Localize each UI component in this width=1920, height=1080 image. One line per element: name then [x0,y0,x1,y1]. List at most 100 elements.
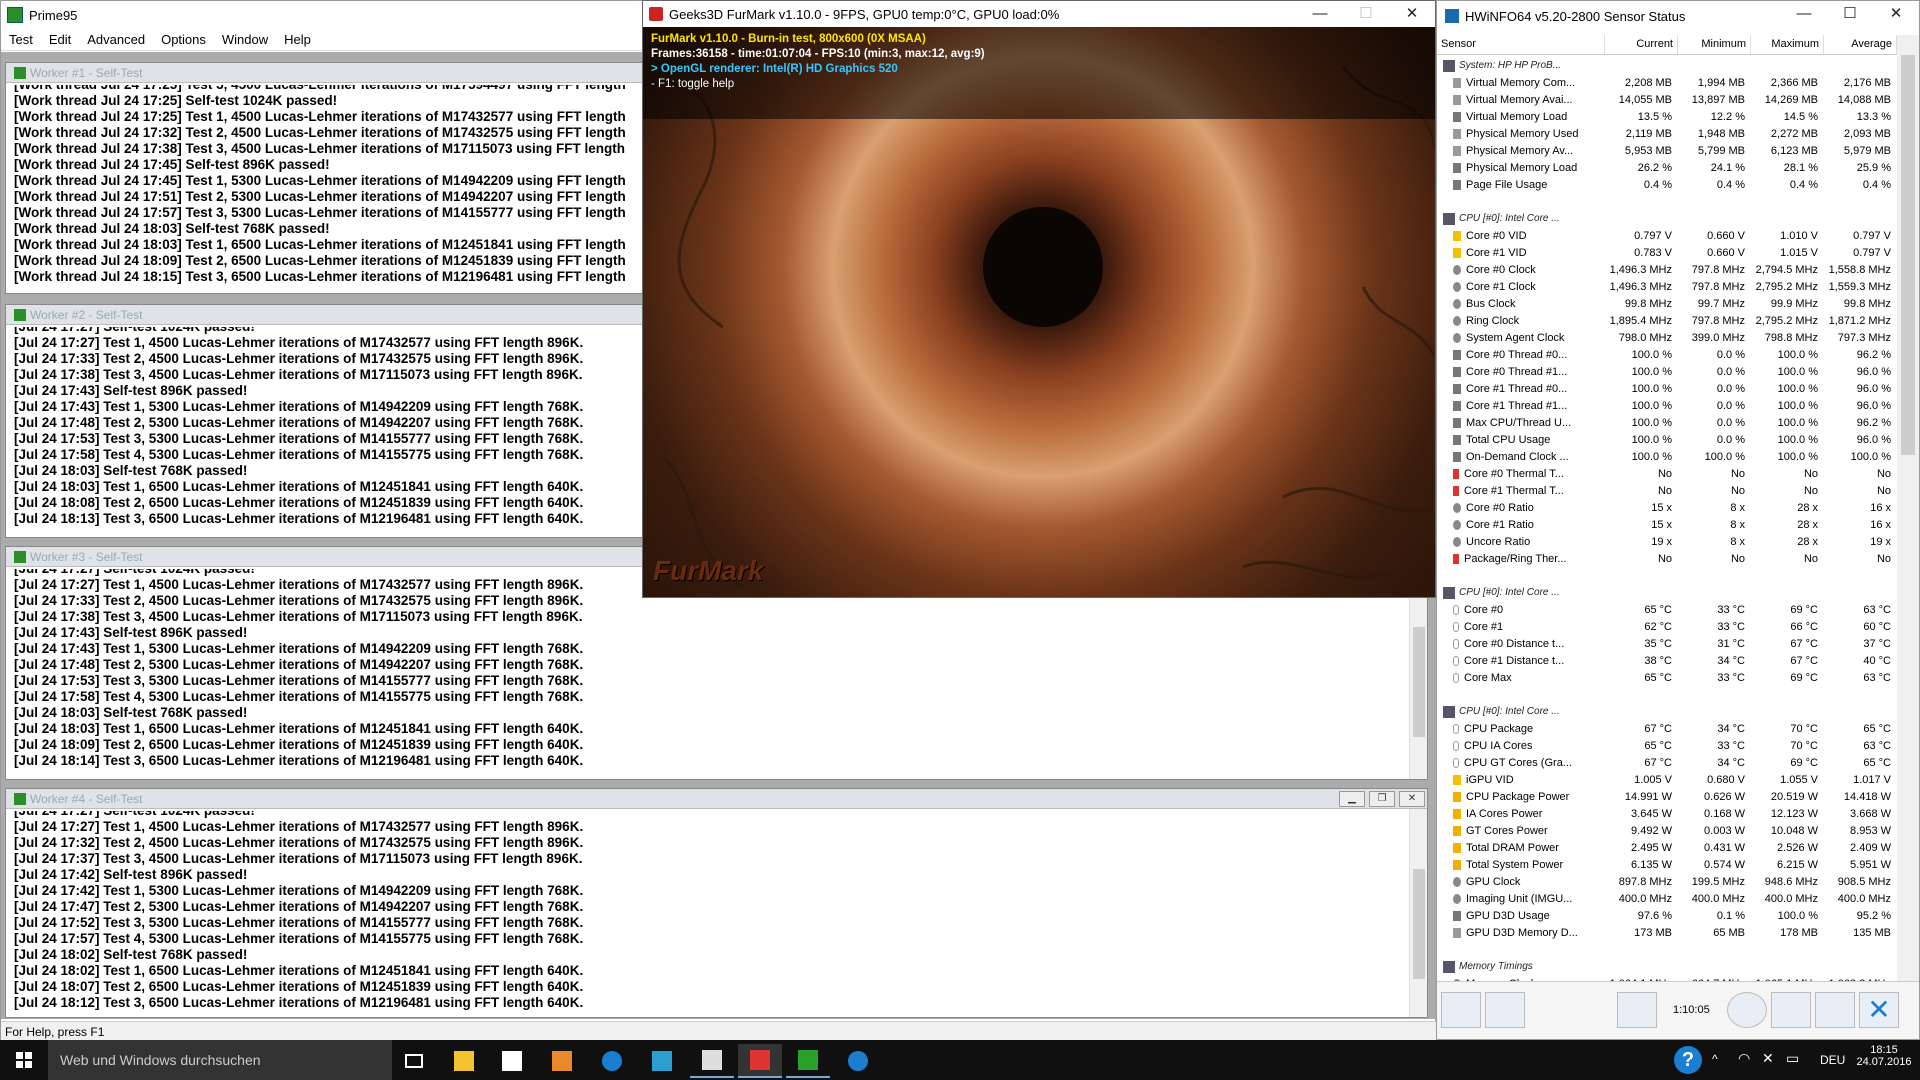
scroll-thumb[interactable] [1413,627,1425,737]
sensor-row[interactable]: CPU IA Cores 65 °C 33 °C 70 °C 63 °C [1437,737,1897,754]
worker-3-scrollbar[interactable] [1409,567,1427,779]
media-player-icon[interactable] [540,1044,584,1078]
sensor-row[interactable]: Core #0 Thermal T... No No No No [1437,465,1897,482]
sensor-group[interactable]: CPU [#0]: Intel Core ... [1437,210,1897,227]
log-add-icon[interactable] [1771,992,1811,1028]
sensor-row[interactable]: Virtual Memory Load 13.5 % 12.2 % 14.5 % 13.… [1437,108,1897,125]
clock-icon[interactable] [1727,992,1767,1028]
sensor-row[interactable]: Page File Usage 0.4 % 0.4 % 0.4 % 0.4 % [1437,176,1897,193]
sensor-row[interactable]: Virtual Memory Com... 2,208 MB 1,994 MB 2,3… [1437,74,1897,91]
sensor-row[interactable]: Total System Power 6.135 W 0.574 W 6.215 W 5… [1437,856,1897,873]
minimize-icon[interactable]: — [1781,1,1827,27]
col-sensor[interactable]: Sensor [1437,35,1605,54]
sensor-row[interactable]: Virtual Memory Avai... 14,055 MB 13,897 MB… [1437,91,1897,108]
app-icon[interactable] [640,1044,684,1078]
furmark-titlebar[interactable]: Geeks3D FurMark v1.10.0 - 9FPS, GPU0 tem… [643,1,1435,27]
worker-4-titlebar[interactable]: Worker #4 - Self-Test ▁ ❐ ✕ [6,789,1427,809]
scroll-thumb[interactable] [1413,869,1425,979]
maximize-icon[interactable]: ☐ [1827,1,1873,27]
sensor-row[interactable]: CPU GT Cores (Gra... 67 °C 34 °C 69 °C 65 °C [1437,754,1897,771]
furmark-task-icon[interactable] [738,1044,782,1078]
clock[interactable]: 18:15 24.07.2016 [1848,1044,1920,1068]
sensor-row[interactable]: Core #0 Clock 1,496.3 MHz 797.8 MHz 2,794.5… [1437,261,1897,278]
sensor-row[interactable]: GPU D3D Usage 97.6 % 0.1 % 100.0 % 95.2 % [1437,907,1897,924]
menu-window[interactable]: Window [214,29,276,50]
hwinfo-window[interactable]: HWiNFO64 v5.20-2800 Sensor Status — ☐ ✕ … [1436,0,1920,1040]
sensor-row[interactable]: Core #0 VID 0.797 V 0.660 V 1.010 V 0.797 V [1437,227,1897,244]
sensor-group[interactable]: CPU [#0]: Intel Core ... [1437,584,1897,601]
sensor-row[interactable]: Physical Memory Used 2,119 MB 1,948 MB 2,27… [1437,125,1897,142]
sensor-group[interactable]: System: HP HP ProB... [1437,57,1897,74]
search-box[interactable]: Web und Windows durchsuchen [48,1040,392,1080]
sensor-row[interactable]: Core #1 Thermal T... No No No No [1437,482,1897,499]
wifi-app-icon[interactable] [836,1044,880,1078]
sensor-row[interactable]: On-Demand Clock ... 100.0 % 100.0 % 100.0 %… [1437,448,1897,465]
scroll-thumb[interactable] [1901,55,1915,455]
sensor-row[interactable]: Core #1 62 °C 33 °C 66 °C 60 °C [1437,618,1897,635]
close-x-icon[interactable]: ✕ [1859,992,1899,1028]
restore-icon[interactable]: ❐ [1369,791,1395,807]
minimize-icon[interactable]: — [1297,1,1343,27]
sensor-row[interactable]: Core Max 65 °C 33 °C 69 °C 63 °C [1437,669,1897,686]
expand-arrows-icon[interactable] [1441,992,1481,1028]
sensor-row[interactable]: GPU D3D Memory D... 173 MB 65 MB 178 MB 135 … [1437,924,1897,941]
sensor-row[interactable]: Core #1 VID 0.783 V 0.660 V 1.015 V 0.797 V [1437,244,1897,261]
sensor-row[interactable]: Core #1 Thread #1... 100.0 % 0.0 % 100.0 % 9… [1437,397,1897,414]
sensor-row[interactable]: IA Cores Power 3.645 W 0.168 W 12.123 W 3.66… [1437,805,1897,822]
sensor-row[interactable]: Total CPU Usage 100.0 % 0.0 % 100.0 % 96.0 % [1437,431,1897,448]
sensor-row[interactable]: Core #0 Distance t... 35 °C 31 °C 67 °C 37 °… [1437,635,1897,652]
sensor-row[interactable]: Core #0 65 °C 33 °C 69 °C 63 °C [1437,601,1897,618]
help-icon[interactable]: ? [1674,1046,1702,1074]
windows-start-icon[interactable] [0,1040,48,1080]
sensor-group[interactable]: CPU [#0]: Intel Core ... [1437,703,1897,720]
settings-gear-icon[interactable] [1815,992,1855,1028]
minimize-icon[interactable]: ▁ [1339,791,1365,807]
sensor-row[interactable]: CPU Package 67 °C 34 °C 70 °C 65 °C [1437,720,1897,737]
close-icon[interactable]: ✕ [1873,1,1919,27]
sensor-row[interactable]: Total DRAM Power 2.495 W 0.431 W 2.526 W 2.4… [1437,839,1897,856]
sensor-row[interactable]: Core #1 Clock 1,496.3 MHz 797.8 MHz 2,795.2… [1437,278,1897,295]
col-maximum[interactable]: Maximum [1751,35,1824,54]
sensor-row[interactable]: Ring Clock 1,895.4 MHz 797.8 MHz 2,795.2 MH… [1437,312,1897,329]
menu-advanced[interactable]: Advanced [79,29,153,50]
sensor-row[interactable]: Core #1 Ratio 15 x 8 x 28 x 16 x [1437,516,1897,533]
sensor-row[interactable]: Core #1 Thread #0... 100.0 % 0.0 % 100.0 % 9… [1437,380,1897,397]
col-current[interactable]: Current [1605,35,1678,54]
menu-test[interactable]: Test [1,29,41,50]
sensor-row[interactable]: Imaging Unit (IMGU... 400.0 MHz 400.0 MHz 4… [1437,890,1897,907]
sensor-row[interactable]: Core #0 Thread #0... 100.0 % 0.0 % 100.0 % 9… [1437,346,1897,363]
sensor-row[interactable]: System Agent Clock 798.0 MHz 399.0 MHz 798.… [1437,329,1897,346]
col-average[interactable]: Average [1824,35,1897,54]
close-icon[interactable]: ✕ [1399,791,1425,807]
sensor-row[interactable]: CPU Package Power 14.991 W 0.626 W 20.519 W… [1437,788,1897,805]
worker-4-scrollbar[interactable] [1409,809,1427,1017]
network-icon[interactable] [1617,992,1657,1028]
sensor-row[interactable]: GT Cores Power 9.492 W 0.003 W 10.048 W 8.95… [1437,822,1897,839]
network-tray-icon[interactable]: ◠ [1738,1050,1750,1067]
sensor-row[interactable]: Bus Clock 99.8 MHz 99.7 MHz 99.9 MHz 99.8 MH… [1437,295,1897,312]
hwinfo-scrollbar[interactable] [1897,35,1919,981]
sensor-row[interactable]: Max CPU/Thread U... 100.0 % 0.0 % 100.0 % 96… [1437,414,1897,431]
sensor-row[interactable]: Physical Memory Load 26.2 % 24.1 % 28.1 % 25… [1437,159,1897,176]
maximize-icon[interactable]: ☐ [1343,1,1389,27]
sensor-row[interactable]: Core #1 Distance t... 38 °C 34 °C 67 °C 40 °… [1437,652,1897,669]
worker-4-window[interactable]: Worker #4 - Self-Test ▁ ❐ ✕ [Jul 24 17:2… [5,788,1428,1018]
col-minimum[interactable]: Minimum [1678,35,1751,54]
hwinfo-titlebar[interactable]: HWiNFO64 v5.20-2800 Sensor Status — ☐ ✕ [1437,1,1919,31]
sensor-list[interactable]: System: HP HP ProB... Virtual Memory Com.… [1437,57,1897,981]
input-language[interactable]: DEU [1820,1053,1845,1067]
collapse-arrows-icon[interactable] [1485,992,1525,1028]
sensor-row[interactable]: iGPU VID 1.005 V 0.680 V 1.055 V 1.017 V [1437,771,1897,788]
sensor-group[interactable]: Memory Timings [1437,958,1897,975]
task-view-icon[interactable] [392,1044,436,1078]
edge-browser-icon[interactable] [590,1044,634,1078]
close-icon[interactable]: ✕ [1389,1,1435,27]
prime95-task-icon[interactable] [786,1044,830,1078]
sensor-row[interactable]: Uncore Ratio 19 x 8 x 28 x 19 x [1437,533,1897,550]
menu-edit[interactable]: Edit [41,29,79,50]
store-icon[interactable] [490,1044,534,1078]
tray-chevron-icon[interactable]: ^ [1712,1052,1718,1066]
file-explorer-icon[interactable] [442,1044,486,1078]
notification-icon[interactable]: ▭ [1786,1050,1799,1067]
furmark-window[interactable]: Geeks3D FurMark v1.10.0 - 9FPS, GPU0 tem… [642,0,1436,598]
